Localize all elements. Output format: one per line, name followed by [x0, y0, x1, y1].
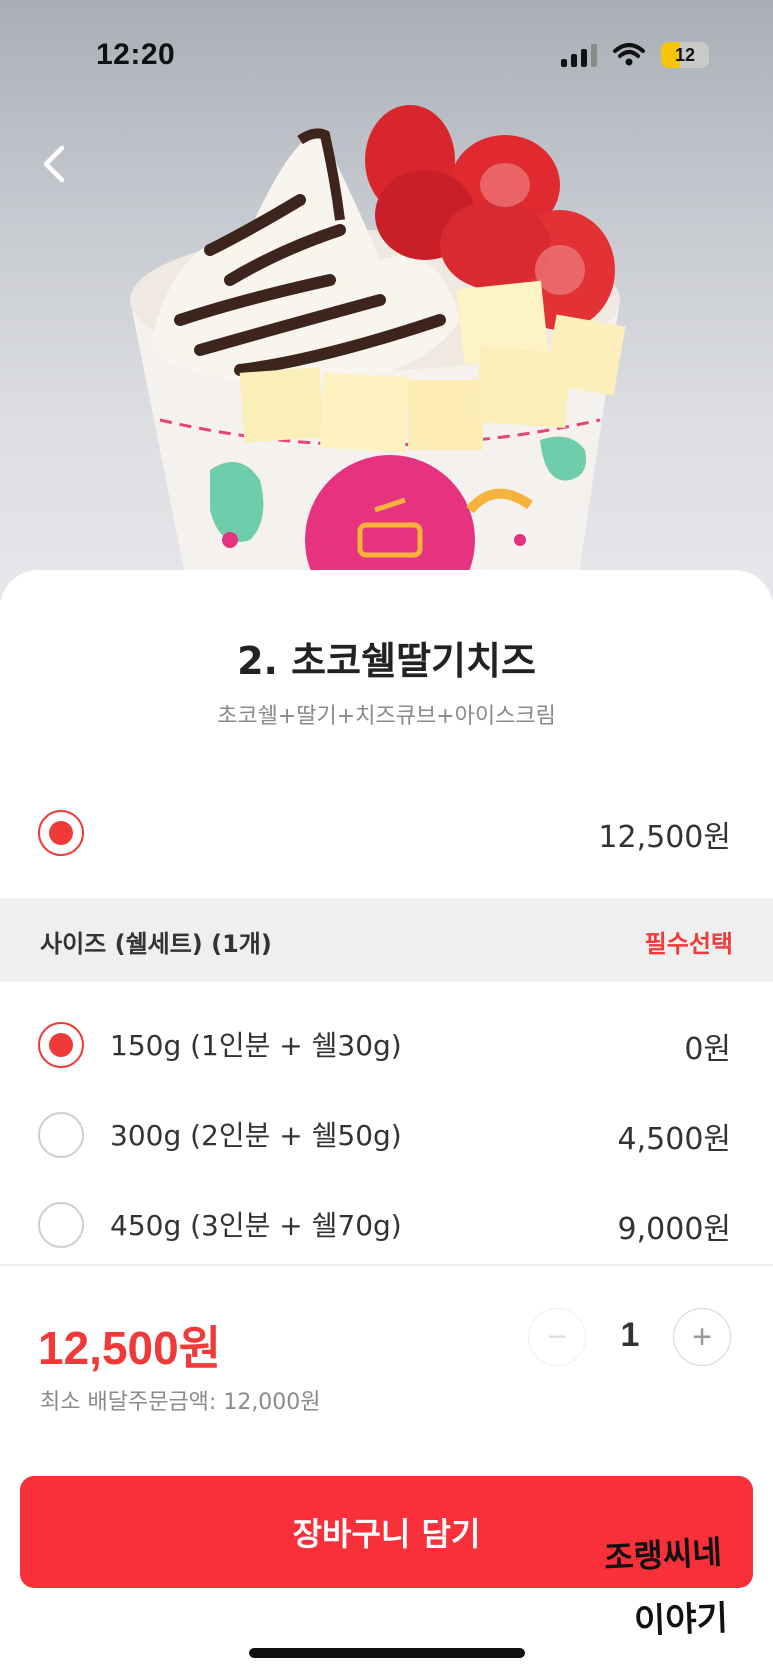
total-price: 12,500원	[38, 1322, 222, 1374]
section-title: 사이즈 (쉘세트) (1개)	[40, 930, 272, 958]
add-to-cart-label: 장바구니 담기	[292, 1515, 481, 1553]
status-time: 12:20	[96, 38, 176, 71]
status-icons: 12	[561, 38, 709, 72]
option-price: 4,500원	[617, 1122, 731, 1157]
dessert-cup-illustration	[130, 105, 626, 600]
option-label: 450g (3인분 + 쉘70g)	[110, 1209, 402, 1242]
size-option-450g[interactable]: 450g (3인분 + 쉘70g) 9,000원	[0, 1190, 773, 1260]
size-radio-300g[interactable]	[38, 1112, 84, 1158]
base-price: 12,500원	[598, 820, 731, 855]
product-description: 초코쉘+딸기+치즈큐브+아이스크림	[217, 704, 556, 729]
size-option-150g[interactable]: 150g (1인분 + 쉘30g) 0원	[0, 1010, 773, 1080]
back-button[interactable]	[30, 140, 78, 188]
wifi-icon	[613, 43, 645, 66]
product-image	[0, 0, 773, 600]
size-radio-150g[interactable]	[38, 1022, 84, 1068]
size-section-header: 사이즈 (쉘세트) (1개) 필수선택	[0, 898, 773, 982]
size-radio-450g[interactable]	[38, 1202, 84, 1248]
home-indicator	[249, 1648, 525, 1658]
option-price: 0원	[684, 1032, 731, 1067]
quantity-decrease-button[interactable]: −	[528, 1308, 586, 1366]
footer-divider	[0, 1264, 773, 1266]
quantity-increase-button[interactable]: +	[673, 1308, 731, 1366]
option-label: 150g (1인분 + 쉘30g)	[110, 1029, 402, 1062]
battery-icon: 12	[661, 42, 709, 68]
watermark-line2: 이야기	[633, 1598, 729, 1642]
quantity-value: 1	[620, 1316, 640, 1354]
chevron-left-icon	[43, 145, 65, 183]
size-option-300g[interactable]: 300g (2인분 + 쉘50g) 4,500원	[0, 1100, 773, 1170]
signal-icon	[561, 43, 597, 67]
option-label: 300g (2인분 + 쉘50g)	[110, 1119, 402, 1152]
watermark-line1: 조랭씨네	[603, 1532, 723, 1578]
product-title: 2. 초코쉘딸기치즈	[237, 639, 536, 683]
base-option-radio[interactable]	[38, 810, 84, 856]
option-price: 9,000원	[617, 1212, 731, 1247]
battery-level: 12	[674, 44, 696, 65]
min-order-amount: 최소 배달주문금액: 12,000원	[40, 1390, 321, 1415]
required-badge: 필수선택	[644, 930, 733, 958]
